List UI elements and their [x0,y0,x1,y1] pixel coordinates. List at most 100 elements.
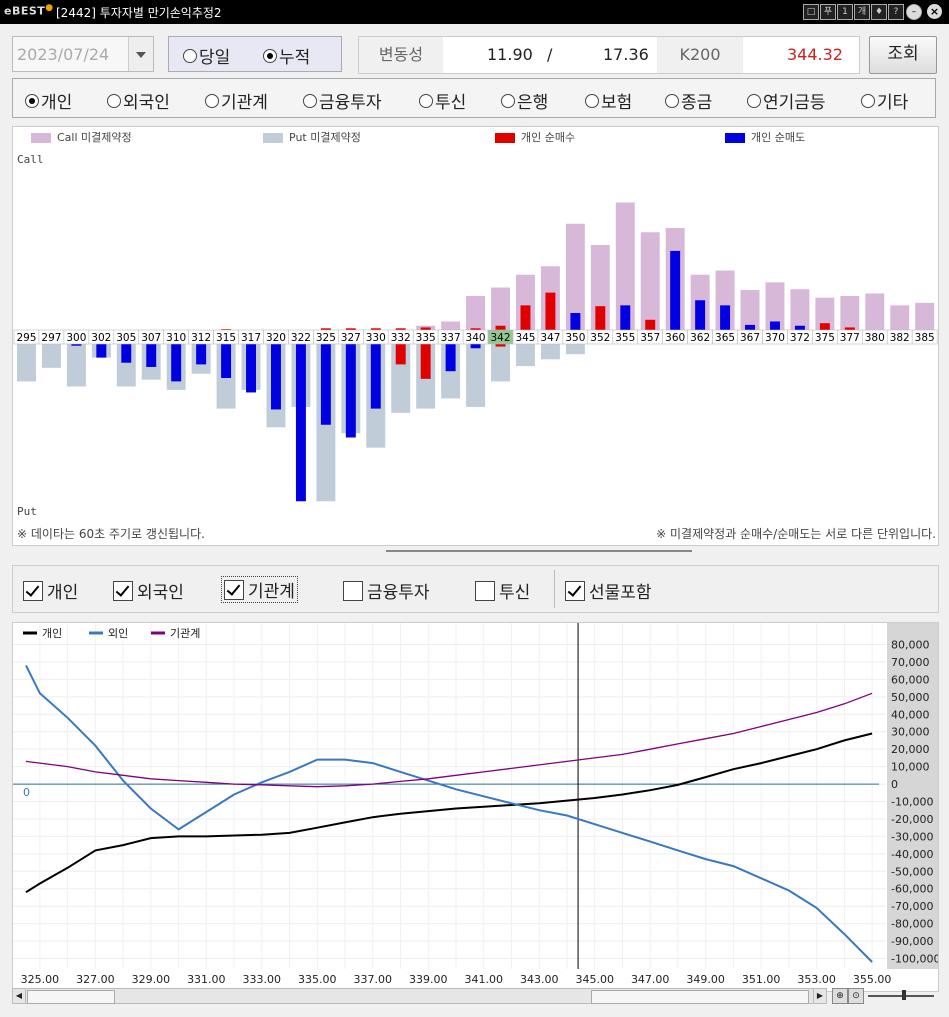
horizontal-scrollbar[interactable]: ◀ ▶ [12,988,827,1004]
scroll-thumb-left[interactable] [27,990,115,1004]
call-net-bar [520,305,531,330]
close-button[interactable]: × [927,4,942,19]
radio-pension[interactable]: 연기금등 [747,88,826,113]
strike-label: 377 [840,332,860,344]
checkbox-include-futures[interactable]: 선물포함 [565,578,652,603]
strike-label: 337 [441,332,461,344]
checkbox-investment-trust[interactable]: 투신 [475,578,530,603]
strike-label: 372 [790,332,810,344]
checkbox-financial-investment[interactable]: 금융투자 [343,578,430,603]
radio-icon [25,93,39,108]
call-oi-bar [865,293,885,330]
window-button-5[interactable]: ♦ [871,4,887,20]
strike-label: 332 [391,332,411,344]
minimize-button[interactable]: – [906,4,922,20]
volatility-info: 변동성 11.90 / 17.36 K200 344.32 [358,36,860,74]
strike-label: 347 [540,332,560,344]
mode-radio-cumulative[interactable]: 누적 [263,43,310,68]
checkbox-foreign[interactable]: 외국인 [113,578,184,603]
zoom-slider-handle[interactable] [902,990,906,1000]
panel-splitter[interactable] [386,550,692,552]
radio-merchant-bank[interactable]: 종금 [665,88,712,113]
put-net-bar [420,344,431,379]
put-oi-bar [66,344,86,387]
put-net-bar [370,344,381,409]
strike-label: 385 [915,332,935,344]
zoom-slider-track[interactable] [868,995,934,997]
strike-label: 367 [740,332,760,344]
strike-label: 370 [765,332,785,344]
put-net-bar [246,344,256,393]
radio-bank[interactable]: 은행 [501,88,548,113]
plot-area [13,623,886,969]
call-oi-bar [466,296,486,330]
call-net-bar [819,323,830,330]
zoom-in-icon[interactable]: ⊕ [832,988,848,1004]
zoom-reset-icon[interactable]: ⊙ [848,988,864,1004]
y-tick-label: 50,000 [891,691,930,704]
call-net-bar [794,325,805,330]
strike-label: 297 [41,332,61,344]
put-net-bar [320,344,331,425]
radio-individual[interactable]: 개인 [25,88,72,113]
call-net-bar [720,305,731,330]
checkbox-individual[interactable]: 개인 [23,578,78,603]
query-button[interactable]: 조회 [869,36,937,74]
put-net-bar [345,344,356,438]
window-title: [2442] 투자자별 만기손익추정2 [56,6,222,20]
radio-icon [747,93,761,108]
radio-investment-trust[interactable]: 투신 [419,88,466,113]
help-button[interactable]: ? [888,4,904,20]
y-tick-label: -90,000 [891,935,933,948]
call-oi-bar [840,296,860,330]
radio-financial-investment[interactable]: 금융투자 [303,88,382,113]
radio-other[interactable]: 기타 [861,88,908,113]
mode-radio-daily[interactable]: 당일 [183,43,230,68]
window-button-4[interactable]: 개 [854,4,870,20]
x-tick-label: 353.00 [797,973,836,986]
checkbox-institution[interactable]: 기관계 [221,576,298,603]
scroll-right-icon[interactable]: ▶ [813,989,826,1003]
scroll-thumb[interactable] [591,990,809,1004]
series-checkbox-bar: 개인 외국인 기관계 금융투자 투신 선물포함 [12,565,939,613]
call-net-bar [620,305,631,330]
strike-label: 322 [291,332,311,344]
strike-label: 302 [91,332,111,344]
radio-icon [205,93,219,108]
call-axis-label: Call [17,153,44,166]
window-button-1[interactable]: □ [803,4,819,20]
put-net-bar [470,344,481,349]
window-button-3[interactable]: 1 [837,4,853,20]
strike-label: 330 [366,332,386,344]
window-body: 2023/07/24 당일 누적 변동성 11.90 / 17.36 K200 … [0,24,949,1017]
call-net-bar [495,325,506,330]
put-net-bar [295,344,306,502]
date-picker[interactable]: 2023/07/24 [12,36,154,72]
y-tick-label: -100,000 [891,953,938,966]
put-axis-label: Put [17,505,37,518]
radio-foreign[interactable]: 외국인 [107,88,170,113]
window-button-2[interactable]: 푸 [820,4,836,20]
call-oi-bar [441,321,461,330]
x-tick-label: 333.00 [243,973,282,986]
refresh-note: ※ 데이타는 60초 주기로 갱신됩니다. [17,527,205,541]
strike-label: 325 [316,332,336,344]
radio-institution[interactable]: 기관계 [205,88,268,113]
strike-label: 352 [590,332,610,344]
x-tick-label: 351.00 [742,973,781,986]
checkbox-icon [343,580,363,601]
scroll-left-icon[interactable]: ◀ [13,989,26,1003]
title-bar: eBEST● [2442] 투자자별 만기손익추정2 □ 푸 1 개 ♦ ? –… [0,0,949,24]
call-net-bar [595,306,606,330]
checkbox-icon [475,580,495,601]
put-net-bar [445,344,456,372]
investor-radio-bar: 개인 외국인 기관계 금융투자 투신 은행 보험 종금 연기금등 기타 [12,78,936,118]
radio-insurance[interactable]: 보험 [585,88,632,113]
zero-label: 0 [23,786,30,799]
radio-icon [263,48,277,63]
checkbox-icon [113,580,133,601]
legend-label: 기관계 [170,627,200,640]
put-net-bar [395,344,406,365]
chevron-down-icon[interactable] [128,37,153,71]
call-net-bar [745,324,755,330]
